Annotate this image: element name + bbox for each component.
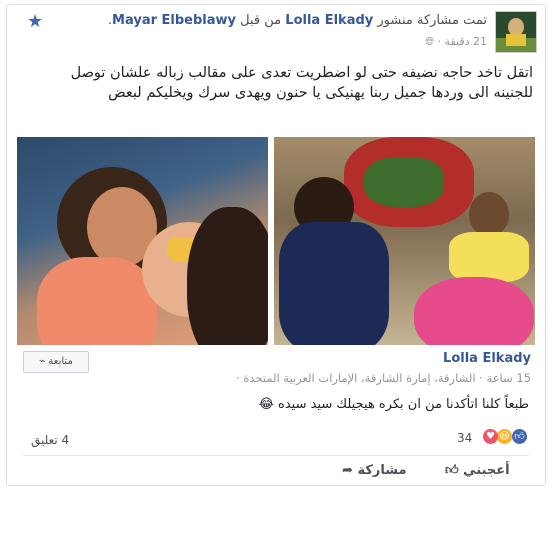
shared-post-meta: 15 ساعة · الشارقة، إمارة الشارقة، الإمار… [236, 371, 531, 385]
timestamp-text[interactable]: 21 دقيقة · [438, 35, 487, 48]
post-body-text: اتقل تاخد حاجه نضيفه حتى لو اضطريت تعدى … [70, 65, 533, 101]
thumbs-up-icon: 👍︎ [445, 463, 459, 478]
post-header: تمت مشاركة منشور Lolla Elkady من قبل May… [107, 13, 487, 28]
love-reaction-icon: ♥ [483, 429, 498, 444]
follow-button[interactable]: متابعة ⌁ [23, 351, 89, 373]
sharer-avatar[interactable] [495, 11, 537, 53]
share-arrow-icon: ➦ [342, 463, 353, 478]
shared-post-header: متابعة ⌁ Lolla Elkady 15 ساعة · الشارقة،… [17, 347, 535, 393]
rss-icon: ⌁ [39, 356, 46, 367]
shared-photos[interactable] [17, 137, 535, 345]
sharer-name-link[interactable]: Mayar Elbeblawy [112, 13, 236, 28]
post-timestamp: 21 دقيقة · 🌐︎ [425, 35, 487, 49]
reactions-count[interactable]: 34 [457, 431, 472, 445]
comments-count[interactable]: 4 تعليق [31, 433, 69, 447]
actions-divider [23, 455, 529, 456]
haha-reaction-icon: 😆 [497, 429, 512, 444]
shared-post-card: ★ تمت مشاركة منشور Lolla Elkady من قبل M… [6, 4, 546, 486]
like-button[interactable]: أعجبني 👍︎ [445, 463, 510, 478]
like-label: أعجبني [463, 463, 510, 478]
follow-label: متابعة [48, 356, 73, 367]
header-verb-1: تمت مشاركة منشور [377, 13, 487, 28]
like-reaction-icon: 👍︎ [512, 429, 527, 444]
photo-couple-sofa[interactable] [274, 137, 535, 345]
shared-post-text: طبعاً كلنا اتأكدنا من ان بكره هيجيلك سيد… [258, 397, 529, 412]
share-button[interactable]: مشاركة ➦ [342, 463, 407, 478]
header-verb-2: من قبل [240, 13, 282, 28]
original-author-link[interactable]: Lolla Elkady [285, 13, 373, 28]
photo-couple-boat[interactable] [17, 137, 268, 345]
star-icon[interactable]: ★ [27, 11, 43, 32]
globe-icon: 🌐︎ [425, 35, 435, 48]
share-label: مشاركة [357, 463, 407, 478]
shared-author-link[interactable]: Lolla Elkady [443, 351, 531, 366]
